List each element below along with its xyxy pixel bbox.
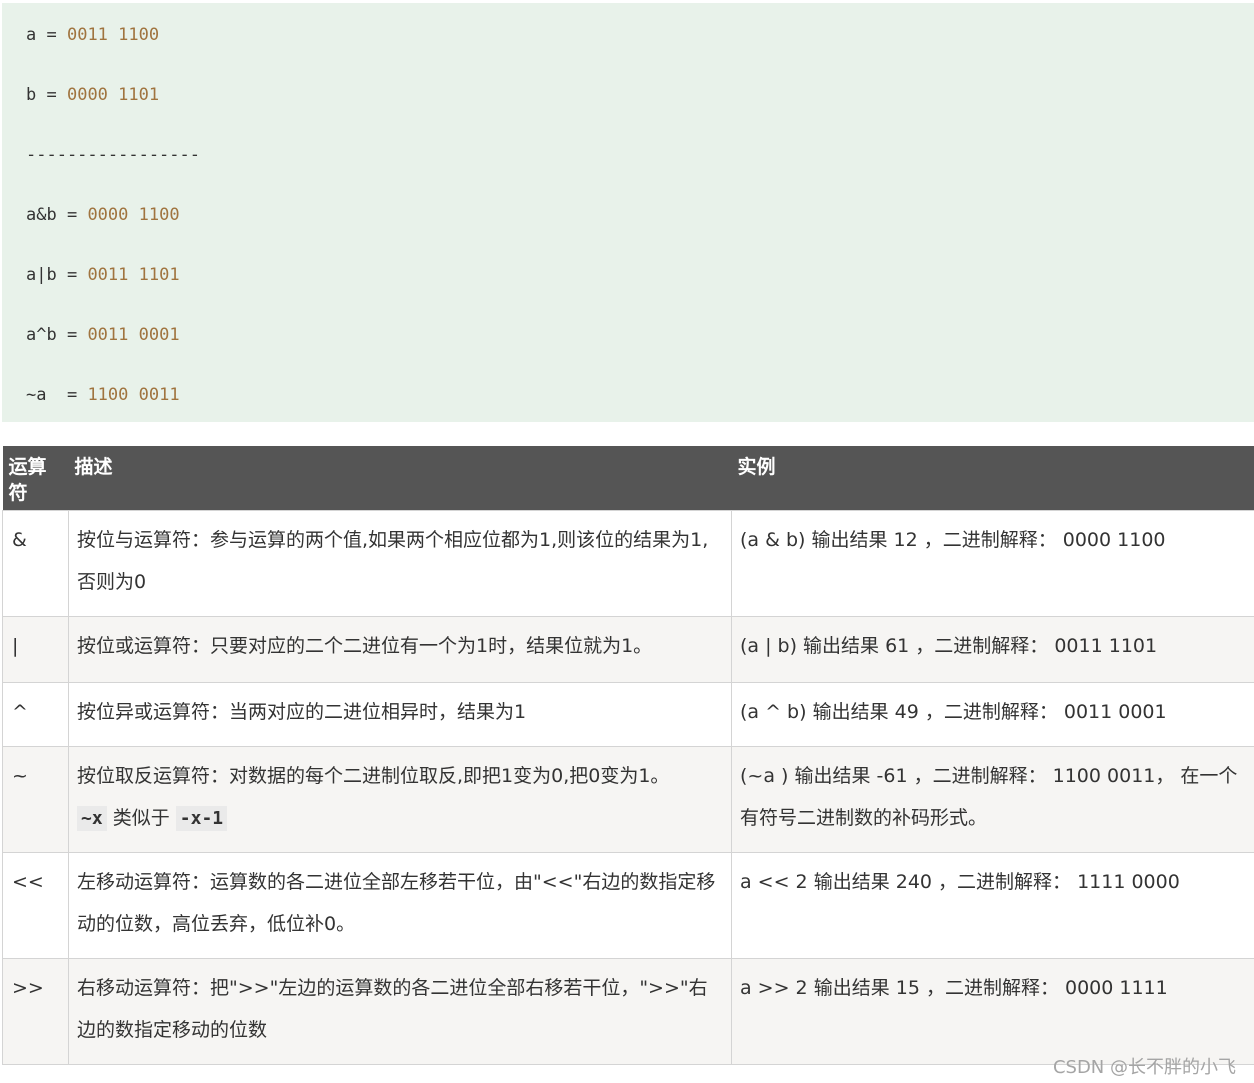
code-line: ~a = 1100 0011 xyxy=(26,385,180,405)
header-description: 描述 xyxy=(68,446,732,511)
description-cell: 按位取反运算符：对数据的每个二进制位取反,即把1变为0,把0变为1。 ~x 类似于… xyxy=(68,746,732,853)
table-row: | 按位或运算符：只要对应的二个二进位有一个为1时，结果位就为1。 (a | b… xyxy=(2,616,1254,683)
header-example: 实例 xyxy=(731,446,1254,511)
watermark: CSDN @长不胖的小飞 xyxy=(1052,1057,1236,1078)
example-cell: (a & b) 输出结果 12 ，二进制解释： 0000 1100 xyxy=(731,510,1254,617)
table-row: ^ 按位异或运算符：当两对应的二进位相异时，结果为1 (a ^ b) 输出结果 … xyxy=(2,682,1254,747)
header-operator: 运算符 xyxy=(2,446,69,511)
code-separator-line: ----------------- xyxy=(26,145,200,165)
table-row: >> 右移动运算符：把">>"左边的运算数的各二进位全部右移若干位，">>"右边… xyxy=(2,958,1254,1065)
inline-code: -x-1 xyxy=(175,806,228,831)
operator-cell: & xyxy=(2,510,69,617)
operator-cell: << xyxy=(2,852,69,959)
table-row: << 左移动运算符：运算数的各二进位全部左移若干位，由"<<"右边的数指定移动的… xyxy=(2,852,1254,959)
operator-cell: ^ xyxy=(2,682,69,747)
code-line: a|b = 0011 1101 xyxy=(26,265,180,285)
code-line: b = 0000 1101 xyxy=(26,85,160,105)
example-cell: a >> 2 输出结果 15 ，二进制解释： 0000 1111 xyxy=(731,958,1254,1065)
description-cell: 右移动运算符：把">>"左边的运算数的各二进位全部右移若干位，">>"右边的数指… xyxy=(68,958,732,1065)
example-cell: (a ^ b) 输出结果 49 ，二进制解释： 0011 0001 xyxy=(731,682,1254,747)
description-cell: 按位与运算符：参与运算的两个值,如果两个相应位都为1,则该位的结果为1,否则为0 xyxy=(68,510,732,617)
example-cell: a << 2 输出结果 240 ，二进制解释： 1111 0000 xyxy=(731,852,1254,959)
inline-code: ~x xyxy=(77,806,107,831)
operator-cell: ~ xyxy=(2,746,69,853)
code-line: a&b = 0000 1100 xyxy=(26,205,180,225)
description-cell: 按位或运算符：只要对应的二个二进位有一个为1时，结果位就为1。 xyxy=(68,616,732,683)
example-cell: (~a ) 输出结果 -61 ，二进制解释： 1100 0011， 在一个有符号… xyxy=(731,746,1254,853)
code-line: a = 0011 1100 xyxy=(26,25,160,45)
description-cell: 左移动运算符：运算数的各二进位全部左移若干位，由"<<"右边的数指定移动的位数，… xyxy=(68,852,732,959)
table-row: & 按位与运算符：参与运算的两个值,如果两个相应位都为1,则该位的结果为1,否则… xyxy=(2,510,1254,617)
operators-table: 运算符 描述 实例 & 按位与运算符：参与运算的两个值,如果两个相应位都为1,则… xyxy=(2,446,1254,1065)
code-line: a^b = 0011 0001 xyxy=(26,325,180,345)
operator-cell: >> xyxy=(2,958,69,1065)
table-row: ~ 按位取反运算符：对数据的每个二进制位取反,即把1变为0,把0变为1。 ~x 类… xyxy=(2,746,1254,853)
operator-cell: | xyxy=(2,616,69,683)
description-cell: 按位异或运算符：当两对应的二进位相异时，结果为1 xyxy=(68,682,732,747)
code-block: a = 0011 1100 b = 0000 1101 ------------… xyxy=(2,3,1254,422)
example-cell: (a | b) 输出结果 61 ，二进制解释： 0011 1101 xyxy=(731,616,1254,683)
table-header-row: 运算符 描述 实例 xyxy=(2,446,1254,511)
